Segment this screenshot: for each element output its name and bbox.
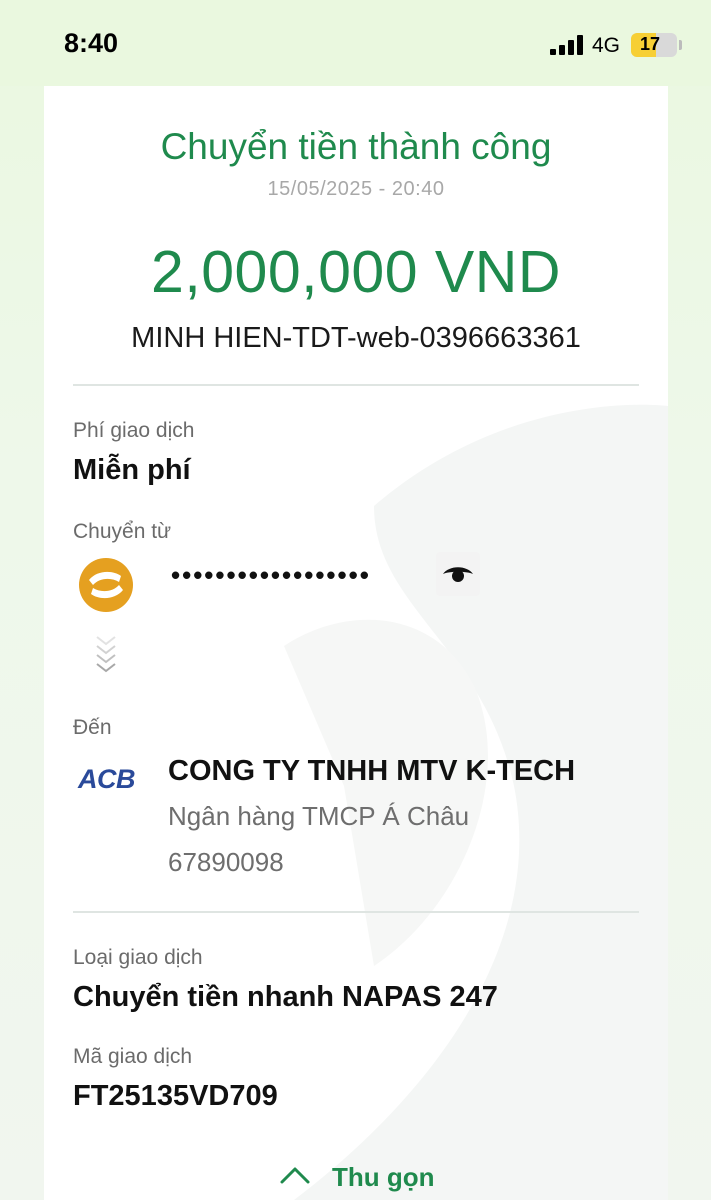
- receipt-card: Chuyển tiền thành công 15/05/2025 - 20:4…: [44, 86, 668, 1200]
- battery-icon: 17: [631, 33, 677, 57]
- recipient-name: CONG TY TNHH MTV K-TECH: [168, 755, 576, 787]
- transaction-type-value: Chuyển tiền nhanh NAPAS 247: [73, 981, 498, 1013]
- fee-label: Phí giao dịch: [73, 419, 195, 442]
- transfer-amount: 2,000,000 VND: [151, 239, 561, 305]
- to-label: Đến: [73, 716, 112, 739]
- bank-logo-icon: [79, 558, 133, 612]
- fee-value: Miễn phí: [73, 454, 191, 486]
- eye-icon: [443, 567, 473, 582]
- divider: [73, 384, 639, 386]
- transaction-id-value: FT25135VD709: [73, 1080, 278, 1112]
- signal-icon: [550, 35, 584, 55]
- transaction-datetime: 15/05/2025 - 20:40: [267, 178, 445, 200]
- network-label: 4G: [592, 34, 621, 57]
- chevron-down-icon: [96, 636, 116, 673]
- success-title: Chuyển tiền thành công: [160, 126, 552, 167]
- status-bar: 8:40 4G 17: [0, 0, 711, 86]
- transfer-memo: MINH HIEN-TDT-web-0396663361: [131, 322, 581, 354]
- source-account-masked: ••••••••••••••••••: [171, 560, 371, 590]
- chevron-up-icon: [280, 1167, 310, 1184]
- battery-cap: [679, 40, 682, 50]
- from-label: Chuyển từ: [73, 520, 172, 543]
- transaction-id-label: Mã giao dịch: [73, 1045, 193, 1068]
- battery-level: 17: [639, 34, 661, 54]
- collapse-label: Thu gọn: [332, 1162, 435, 1192]
- divider: [73, 911, 639, 913]
- status-time: 8:40: [64, 28, 119, 58]
- toggle-visibility-button[interactable]: [436, 552, 480, 596]
- acb-logo: ACB: [78, 764, 136, 794]
- recipient-bank: Ngân hàng TMCP Á Châu: [168, 801, 470, 831]
- recipient-account: 67890098: [168, 847, 284, 877]
- transaction-type-label: Loại giao dịch: [73, 946, 203, 969]
